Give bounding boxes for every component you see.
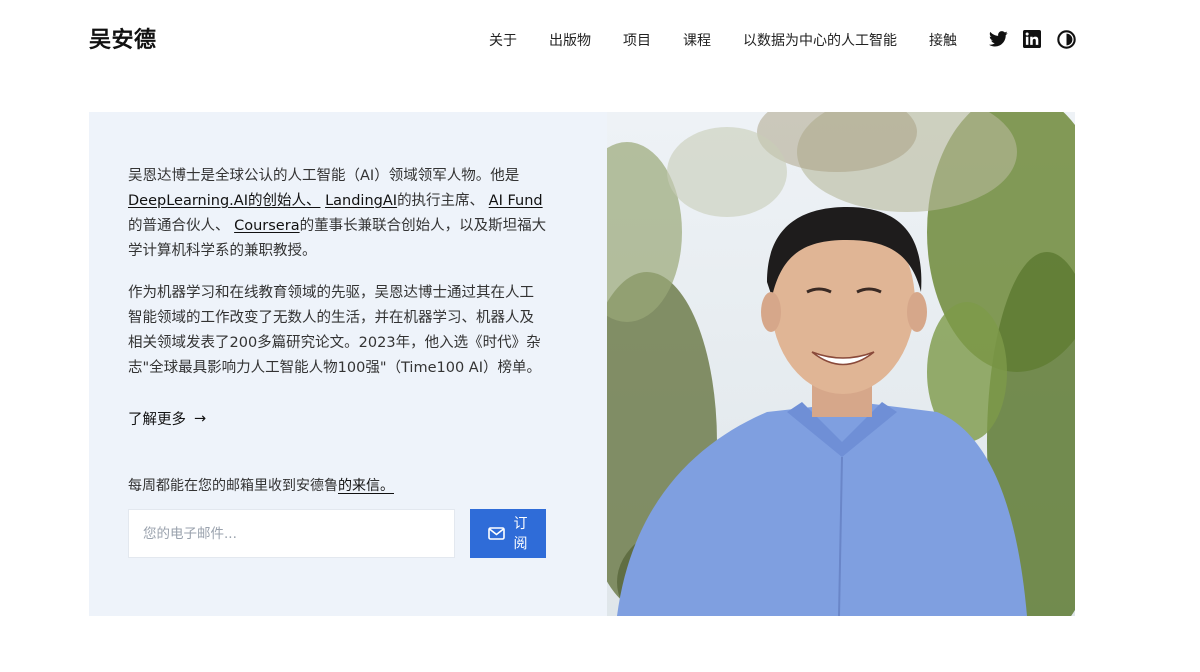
- site-header: 吴安德 关于 出版物 项目 课程 以数据为中心的人工智能 接触: [0, 0, 1200, 80]
- blog-icon[interactable]: [1056, 29, 1076, 49]
- learn-more-label: 了解更多: [128, 412, 186, 428]
- ai-fund-link[interactable]: AI Fund: [489, 193, 543, 209]
- nav-about[interactable]: 关于: [489, 30, 517, 50]
- nav-publications[interactable]: 出版物: [549, 30, 591, 50]
- portrait-image: [607, 112, 1075, 616]
- mail-icon: [487, 527, 505, 540]
- newsletter-text: 每周都能在您的邮箱里收到安德鲁: [128, 478, 338, 494]
- bio-text: 的普通合伙人、: [128, 218, 235, 234]
- learn-more-link[interactable]: 了解更多 →: [128, 408, 206, 429]
- newsletter-link[interactable]: 的来信。: [338, 478, 394, 494]
- coursera-link[interactable]: Coursera: [234, 218, 299, 234]
- social-links: [988, 29, 1076, 49]
- deeplearning-ai-link[interactable]: DeepLearning.AI的创始人、: [128, 193, 320, 209]
- subscribe-label: 订阅: [513, 515, 528, 552]
- newsletter-prompt: 每周都能在您的邮箱里收到安德鲁的来信。: [128, 475, 394, 495]
- subscribe-button[interactable]: 订阅: [470, 509, 546, 558]
- arrow-right-icon: →: [194, 410, 207, 427]
- main-nav: 关于 出版物 项目 课程 以数据为中心的人工智能 接触: [489, 30, 957, 50]
- twitter-icon[interactable]: [988, 29, 1008, 49]
- portrait-photo: [607, 112, 1075, 616]
- linkedin-icon[interactable]: [1022, 29, 1042, 49]
- email-field[interactable]: [128, 509, 455, 558]
- bio-text: 的执行主席、: [397, 193, 489, 209]
- nav-projects[interactable]: 项目: [623, 30, 651, 50]
- bio-text: 吴恩达博士是全球公认的人工智能（AI）领域领军人物。他是: [128, 168, 520, 184]
- intro-panel: 吴恩达博士是全球公认的人工智能（AI）领域领军人物。他是 DeepLearning…: [89, 112, 607, 616]
- nav-data-centric-ai[interactable]: 以数据为中心的人工智能: [743, 30, 897, 50]
- site-logo[interactable]: 吴安德: [89, 22, 157, 54]
- bio-paragraph-2: 作为机器学习和在线教育领域的先驱，吴恩达博士通过其在人工智能领域的工作改变了无数…: [128, 285, 541, 376]
- bio-paragraph-1: 吴恩达博士是全球公认的人工智能（AI）领域领军人物。他是 DeepLearning…: [128, 164, 548, 264]
- bio: 吴恩达博士是全球公认的人工智能（AI）领域领军人物。他是 DeepLearning…: [128, 164, 548, 398]
- nav-courses[interactable]: 课程: [683, 30, 711, 50]
- landing-ai-link[interactable]: LandingAI: [325, 193, 397, 209]
- nav-contact[interactable]: 接触: [929, 30, 957, 50]
